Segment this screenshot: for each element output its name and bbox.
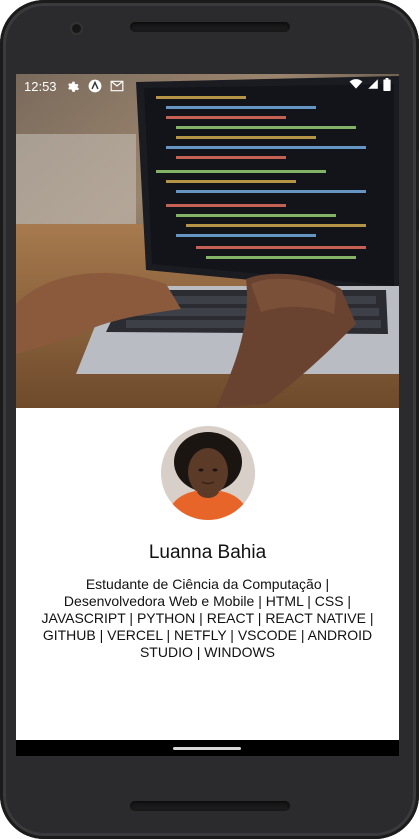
signal-icon bbox=[367, 78, 379, 94]
profile-name: Luanna Bahia bbox=[148, 542, 267, 563]
status-time: 12:53 bbox=[24, 78, 57, 94]
phone-frame: 12:53 Luanna Bahia Estudante de Ciência … bbox=[0, 0, 419, 839]
top-speaker bbox=[130, 22, 290, 32]
home-indicator[interactable] bbox=[173, 747, 241, 750]
hero-image: 12:53 bbox=[16, 74, 399, 408]
avatar-photo bbox=[161, 426, 255, 520]
status-right-icons bbox=[349, 78, 391, 94]
front-camera bbox=[72, 24, 81, 33]
app-a-icon bbox=[87, 78, 103, 94]
bottom-speaker bbox=[130, 801, 290, 811]
status-bar: 12:53 bbox=[16, 74, 399, 98]
profile-avatar[interactable] bbox=[161, 426, 255, 520]
app-screen: 12:53 Luanna Bahia Estudante de Ciência … bbox=[16, 74, 399, 756]
profile-section: Luanna Bahia Estudante de Ciência da Com… bbox=[16, 408, 399, 740]
gmail-icon bbox=[109, 78, 125, 94]
battery-icon bbox=[383, 78, 391, 94]
profile-bio: Estudante de Ciência da Computação | Des… bbox=[41, 576, 374, 660]
wifi-icon bbox=[349, 78, 363, 94]
laptop-coding-illustration bbox=[16, 74, 399, 408]
navigation-bar bbox=[16, 740, 399, 756]
gear-icon bbox=[65, 78, 81, 94]
